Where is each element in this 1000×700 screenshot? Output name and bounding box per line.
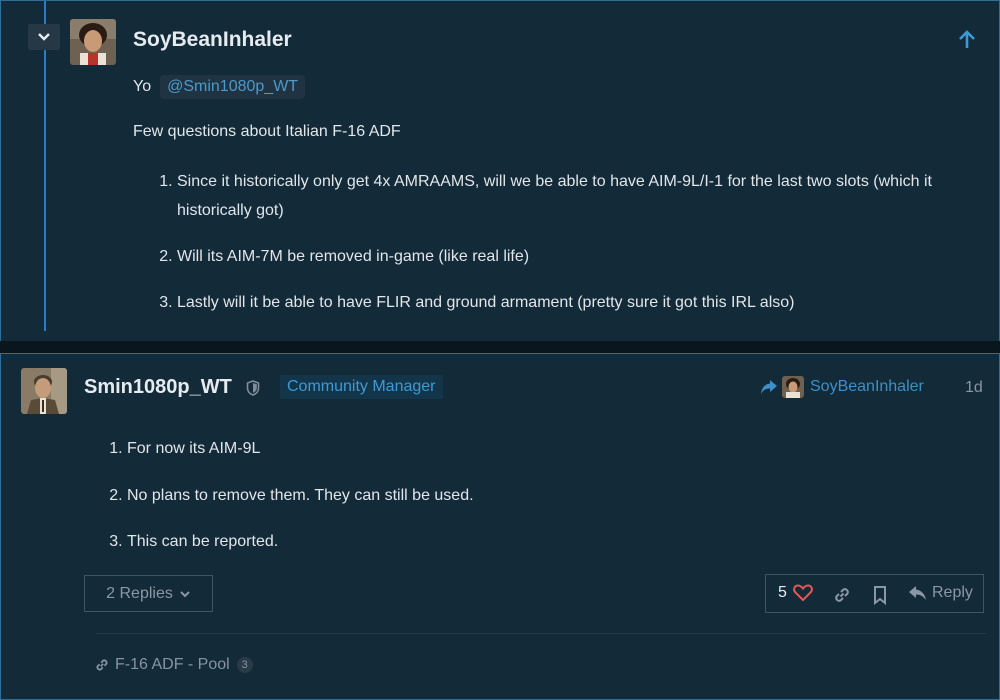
quoted-post: SoyBeanInhaler Yo @Smin1080p_WT Few ques…	[0, 0, 1000, 342]
click-count-badge: 3	[236, 657, 253, 673]
quote-rail	[44, 1, 46, 331]
mention-link[interactable]: @Smin1080p_WT	[160, 75, 306, 99]
post-username[interactable]: Smin1080p_WT	[84, 376, 232, 399]
link-icon[interactable]	[832, 585, 852, 605]
post-actions: 5 Reply	[765, 574, 984, 613]
divider	[96, 633, 986, 634]
user-title-badge: Community Manager	[280, 375, 443, 399]
chevron-down-icon	[38, 33, 50, 41]
collapse-button[interactable]	[28, 24, 60, 50]
post-date[interactable]: 1d	[965, 379, 983, 397]
reply-button[interactable]: Reply	[908, 584, 973, 602]
reply-post: Smin1080p_WT Community Manager SoyBeanIn…	[0, 353, 1000, 700]
bookmark-icon[interactable]	[870, 585, 890, 605]
list-item: No plans to remove them. They can still …	[127, 485, 827, 507]
arrow-up-icon[interactable]	[956, 29, 978, 51]
avatar[interactable]	[70, 19, 116, 65]
list-item: This can be reported.	[127, 531, 827, 553]
like-button[interactable]: 5	[778, 584, 813, 602]
reply-to-link[interactable]: SoyBeanInhaler	[760, 376, 924, 398]
heart-icon	[793, 584, 813, 602]
chevron-down-icon	[180, 590, 190, 597]
question-list: Since it historically only get 4x AMRAAM…	[156, 167, 967, 334]
quote-intro: Few questions about Italian F-16 ADF	[133, 123, 401, 140]
quote-greeting-line: Yo @Smin1080p_WT	[133, 75, 306, 99]
answer-list: For now its AIM-9L No plans to remove th…	[106, 438, 827, 578]
share-arrow-icon	[761, 380, 777, 394]
show-replies-button[interactable]: 2 Replies	[84, 575, 213, 612]
reply-icon	[909, 586, 926, 600]
greeting-text: Yo	[133, 78, 152, 95]
linked-topic[interactable]: F-16 ADF - Pool 3	[94, 656, 253, 674]
avatar[interactable]	[21, 368, 67, 414]
shield-icon	[246, 380, 260, 396]
like-count: 5	[778, 584, 787, 601]
reply-to-username: SoyBeanInhaler	[810, 378, 924, 395]
list-item: Lastly will it be able to have FLIR and …	[177, 288, 967, 317]
list-item: Since it historically only get 4x AMRAAM…	[177, 167, 967, 225]
list-item: For now its AIM-9L	[127, 438, 827, 460]
list-item: Will its AIM-7M be removed in-game (like…	[177, 242, 967, 271]
link-icon	[96, 659, 108, 671]
reply-label: Reply	[932, 584, 973, 601]
post-separator	[0, 341, 1000, 353]
avatar	[782, 376, 804, 398]
quote-username[interactable]: SoyBeanInhaler	[133, 28, 292, 52]
replies-label: 2 Replies	[106, 584, 173, 602]
linked-topic-title: F-16 ADF - Pool	[115, 656, 230, 673]
